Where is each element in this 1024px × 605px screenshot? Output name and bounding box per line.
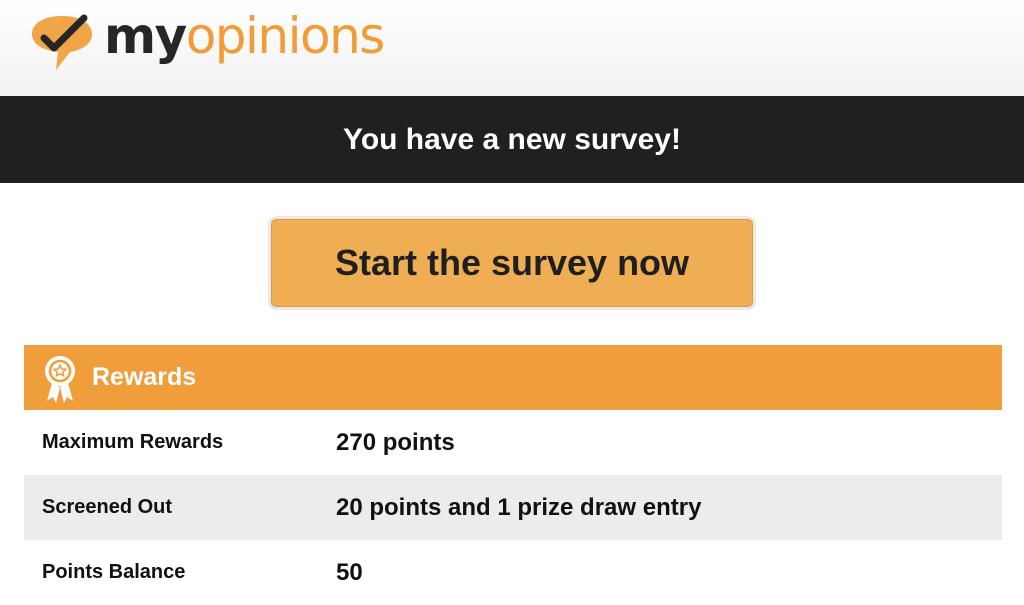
reward-row-screened-out: Screened Out 20 points and 1 prize draw … [24,475,1002,540]
start-survey-button[interactable]: Start the survey now [268,216,756,310]
logo-text-opinions: opinions [185,7,386,65]
logo-wordmark: myopinions [104,11,385,61]
logo-text-my: my [104,7,187,65]
reward-row-value: 20 points and 1 prize draw entry [336,493,702,521]
rewards-table: Maximum Rewards 270 points Screened Out … [24,410,1002,605]
reward-row-label: Screened Out [42,496,173,518]
speech-bubble-check-icon [32,14,92,70]
site-header: myopinions [0,0,1024,96]
reward-row-value: 270 points [336,428,455,456]
reward-row-label: Maximum Rewards [42,431,224,453]
award-ribbon-icon [45,355,75,403]
reward-row-label: Points Balance [42,561,186,583]
reward-row-maximum: Maximum Rewards 270 points [24,410,1002,475]
banner-text: You have a new survey! [343,122,681,156]
rewards-title: Rewards [92,363,197,391]
new-survey-banner: You have a new survey! [0,96,1024,183]
start-survey-button-label: Start the survey now [334,242,690,283]
myopinions-logo[interactable]: myopinions [26,11,385,74]
reward-row-points-balance: Points Balance 50 [24,540,1002,605]
rewards-header: Rewards [24,345,1002,410]
reward-row-value: 50 [336,558,363,586]
